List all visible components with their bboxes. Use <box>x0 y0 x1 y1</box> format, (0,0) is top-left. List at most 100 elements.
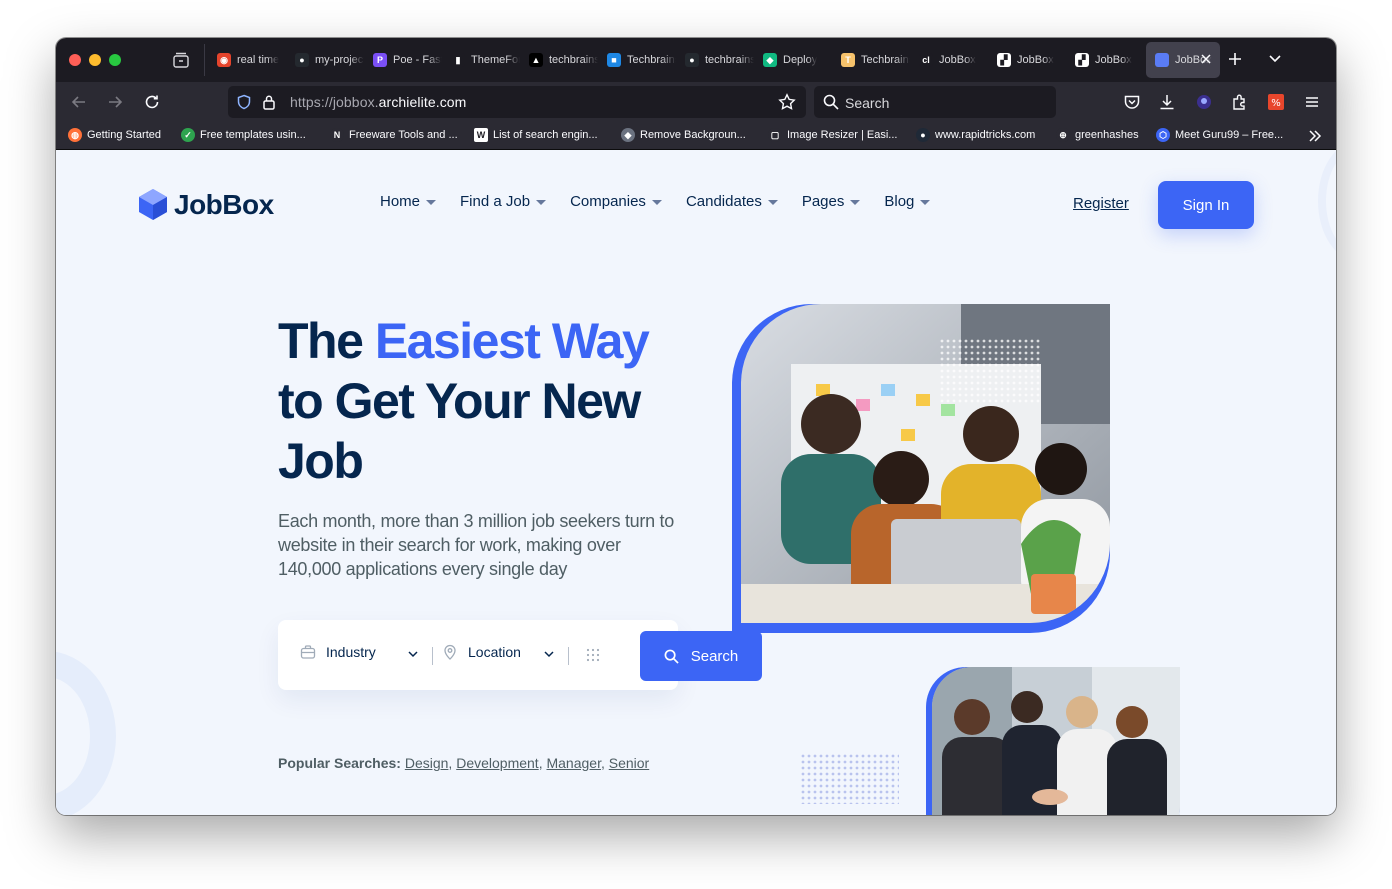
extension-avatar-icon[interactable] <box>1195 93 1213 111</box>
browser-tab[interactable]: P Poe - Fast <box>364 42 442 78</box>
dot-pattern <box>801 754 899 804</box>
extension-percent-icon[interactable]: % <box>1267 93 1285 111</box>
browser-tab[interactable]: ● my-project <box>286 42 364 78</box>
search-button[interactable]: Search <box>640 631 762 681</box>
tab-manager-icon[interactable] <box>172 52 190 68</box>
browser-tab[interactable]: T Techbrains <box>832 42 910 78</box>
site-logo[interactable]: JobBox <box>138 188 274 221</box>
svg-text:%: % <box>1271 98 1281 109</box>
tab-label: Techbrains <box>861 54 910 66</box>
close-tab-icon[interactable] <box>1199 52 1213 66</box>
bookmark-item[interactable]: ✓ Free templates usin... <box>181 128 306 142</box>
industry-select[interactable]: Industry <box>300 644 376 660</box>
chevron-down-icon[interactable] <box>543 648 555 660</box>
address-bar[interactable]: https://jobbox.archielite.com <box>228 86 806 118</box>
browser-tab[interactable]: ◉ real time <box>208 42 286 78</box>
grid-dots-icon[interactable] <box>586 648 600 662</box>
tab-favicon-icon: cl <box>919 53 933 67</box>
hero-title-accent: Easiest Way <box>374 313 650 369</box>
nav-item-home[interactable]: Home <box>380 193 437 210</box>
web-page: JobBox Home Find a Job Companies Candidates… <box>56 151 1336 815</box>
lock-icon[interactable] <box>262 94 276 110</box>
browser-tab[interactable]: ■ Techbrains <box>598 42 676 78</box>
bookmark-favicon-icon: N <box>330 128 344 142</box>
bookmark-label: List of search engin... <box>493 129 598 141</box>
caret-down-icon <box>850 200 861 205</box>
chevron-down-icon[interactable] <box>407 648 419 660</box>
bookmark-item[interactable]: ⬡ Meet Guru99 – Free... <box>1156 128 1283 142</box>
bookmark-favicon-icon: ◍ <box>68 128 82 142</box>
chevron-double-right-icon[interactable] <box>1307 128 1323 144</box>
nav-item-companies[interactable]: Companies <box>570 193 662 210</box>
forward-arrow-icon[interactable] <box>106 93 124 111</box>
bookmark-item[interactable]: ◍ Getting Started <box>68 128 161 142</box>
back-arrow-icon[interactable] <box>70 93 88 111</box>
chevron-down-icon[interactable] <box>1267 52 1283 66</box>
map-pin-icon <box>444 644 456 660</box>
tab-favicon-icon: ◆ <box>763 53 777 67</box>
extensions-puzzle-icon[interactable] <box>1231 93 1249 111</box>
bookmark-favicon-icon: ⊕ <box>1056 128 1070 142</box>
popular-searches-label: Popular Searches: <box>278 755 401 771</box>
zoom-window-button[interactable] <box>109 54 121 66</box>
browser-tab[interactable]: ▲ techbrains <box>520 42 598 78</box>
browser-tab[interactable]: cl JobBox <box>910 42 988 78</box>
sign-in-button[interactable]: Sign In <box>1158 181 1254 229</box>
hamburger-menu-icon[interactable] <box>1303 93 1321 111</box>
popular-tag-senior[interactable]: Senior <box>609 755 649 771</box>
bookmark-item[interactable]: N Freeware Tools and ... <box>330 128 458 142</box>
decorative-circle <box>56 651 116 815</box>
nav-item-blog[interactable]: Blog <box>884 193 931 210</box>
bookmark-item[interactable]: W List of search engin... <box>474 128 598 142</box>
hero-title-plain: The <box>278 313 364 369</box>
browser-tab-active[interactable]: JobBox <box>1146 42 1220 78</box>
browser-tab[interactable]: ◆ Deploy <box>754 42 832 78</box>
location-select[interactable]: Location <box>442 644 521 660</box>
browser-window: ◉ real time ● my-project P Poe - Fast ▮ ThemeFo… <box>56 38 1336 815</box>
close-window-button[interactable] <box>69 54 81 66</box>
popular-tag-development[interactable]: Development <box>456 755 539 771</box>
popular-tag-design[interactable]: Design <box>405 755 449 771</box>
nav-item-candidates[interactable]: Candidates <box>686 193 778 210</box>
location-label: Location <box>468 644 521 660</box>
pocket-icon[interactable] <box>1123 93 1141 111</box>
dot-pattern <box>940 339 1040 403</box>
bookmark-item[interactable]: ◆ Remove Backgroun... <box>621 128 746 142</box>
bookmark-label: Getting Started <box>87 129 161 141</box>
reload-icon[interactable] <box>143 93 161 111</box>
job-search-box: Industry Location <box>278 620 678 690</box>
navigation-toolbar: https://jobbox.archielite.com Search % <box>56 82 1336 122</box>
tab-label: Techbrains <box>627 54 676 66</box>
register-link[interactable]: Register <box>1073 195 1129 212</box>
browser-tab[interactable]: ▞ JobBox <box>1066 42 1144 78</box>
browser-search-field[interactable]: Search <box>814 86 1056 118</box>
new-tab-icon[interactable] <box>1226 50 1244 68</box>
browser-tab[interactable]: ▞ JobBox <box>988 42 1066 78</box>
minimize-window-button[interactable] <box>89 54 101 66</box>
bookmark-star-icon[interactable] <box>778 93 796 111</box>
search-icon <box>823 94 839 110</box>
browser-tab[interactable]: ▮ ThemeForest <box>442 42 520 78</box>
tab-favicon-icon: T <box>841 53 855 67</box>
bookmark-item[interactable]: ⊕ greenhashes <box>1056 128 1139 142</box>
bookmark-label: greenhashes <box>1075 129 1139 141</box>
main-navigation: Home Find a Job Companies Candidates Pages Bl… <box>380 193 954 210</box>
tab-bar: ◉ real time ● my-project P Poe - Fast ▮ ThemeFo… <box>56 38 1336 82</box>
bookmark-favicon-icon: W <box>474 128 488 142</box>
nav-item-find-a-job[interactable]: Find a Job <box>460 193 547 210</box>
bookmark-label: www.rapidtricks.com <box>935 129 1036 141</box>
tab-separator <box>204 44 205 76</box>
bookmark-item[interactable]: ▢ Image Resizer | Easi... <box>768 128 897 142</box>
tab-favicon-icon: ▲ <box>529 53 543 67</box>
tab-label: Deploy <box>783 54 818 66</box>
popular-tag-manager[interactable]: Manager <box>546 755 600 771</box>
tab-label: JobBox <box>1017 54 1054 66</box>
bookmark-label: Free templates usin... <box>200 129 306 141</box>
nav-item-pages[interactable]: Pages <box>802 193 861 210</box>
browser-tab[interactable]: ● techbrains <box>676 42 754 78</box>
cube-favicon-icon <box>1155 53 1169 67</box>
bookmark-item[interactable]: ● www.rapidtricks.com <box>916 128 1035 142</box>
download-icon[interactable] <box>1158 93 1176 111</box>
tab-label: techbrains <box>549 54 598 66</box>
shield-icon[interactable] <box>236 94 252 110</box>
